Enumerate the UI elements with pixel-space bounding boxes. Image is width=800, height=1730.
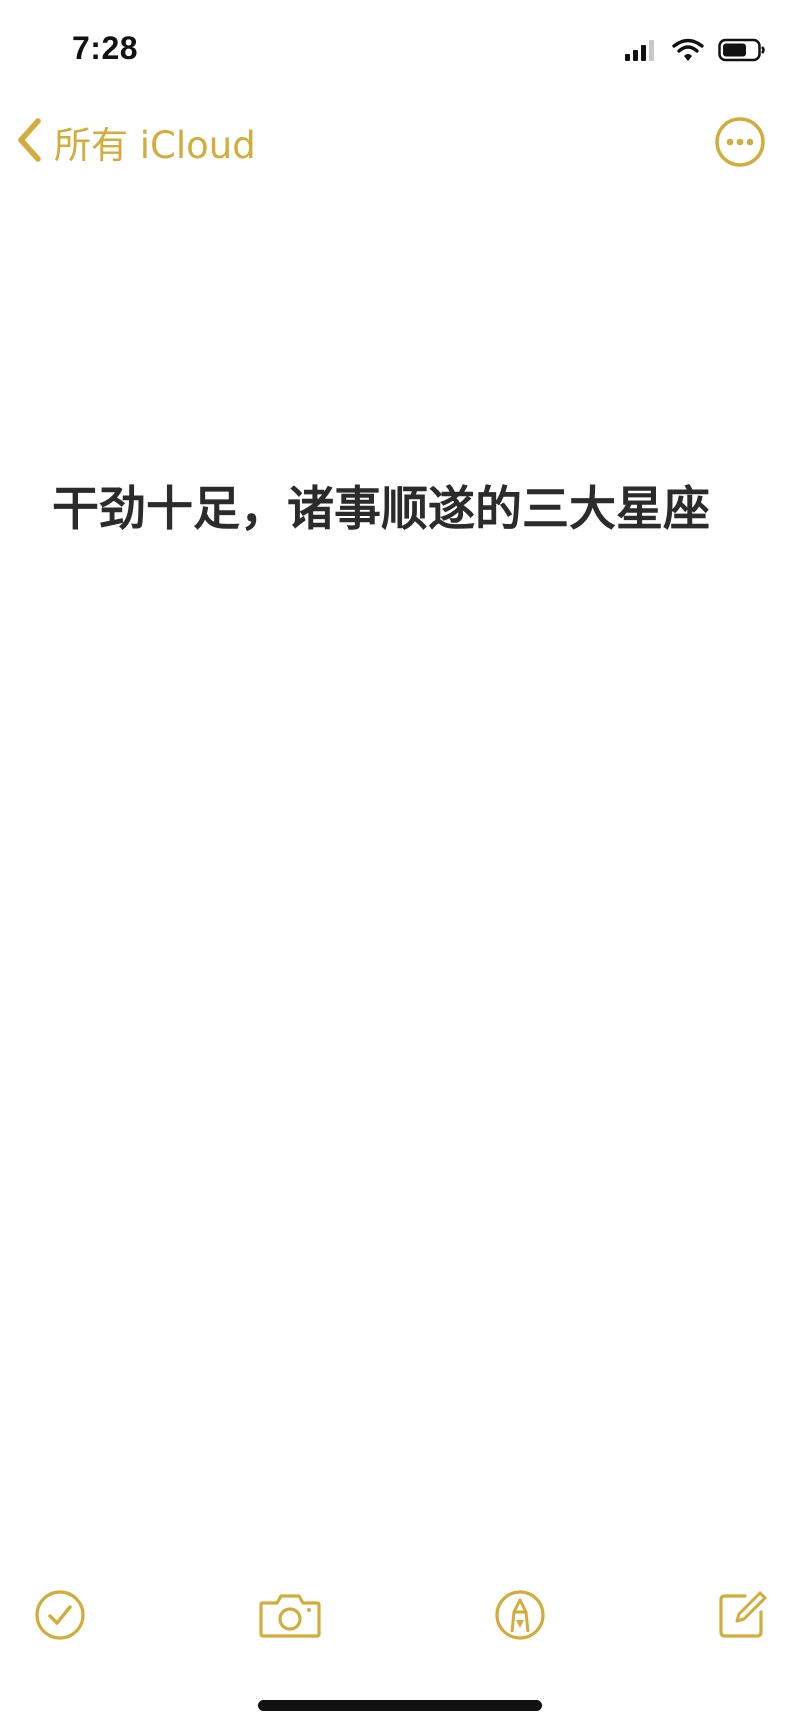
camera-icon [257,1588,323,1647]
checklist-button[interactable] [28,1585,92,1649]
cellular-signal-icon [624,38,658,67]
compose-icon [715,1588,769,1647]
bottom-toolbar [0,1585,800,1649]
markup-pen-icon [493,1588,547,1647]
status-bar: 7:28 [0,0,800,100]
battery-icon [718,38,766,67]
camera-button[interactable] [254,1585,326,1649]
home-indicator [258,1700,542,1711]
note-title[interactable]: 干劲十足，诸事顺遂的三大星座 [52,480,752,540]
more-button[interactable] [714,116,766,168]
notes-screen: 7:28 所有 iCloud 干劲十足，诸事顺遂的三大星座 [0,0,800,1730]
markup-button[interactable] [488,1585,552,1649]
status-time: 7:28 [72,30,139,66]
back-button[interactable]: 所有 iCloud [16,114,256,170]
ellipsis-circle-icon [714,117,766,172]
compose-button[interactable] [710,1585,774,1649]
back-label: 所有 iCloud [54,124,256,167]
wifi-icon [672,38,704,67]
chevron-left-icon [16,117,44,168]
status-icons [624,36,766,68]
nav-bar: 所有 iCloud [0,100,800,190]
checklist-icon [33,1588,87,1647]
note-body[interactable]: 干劲十足，诸事顺遂的三大星座 [52,480,752,540]
